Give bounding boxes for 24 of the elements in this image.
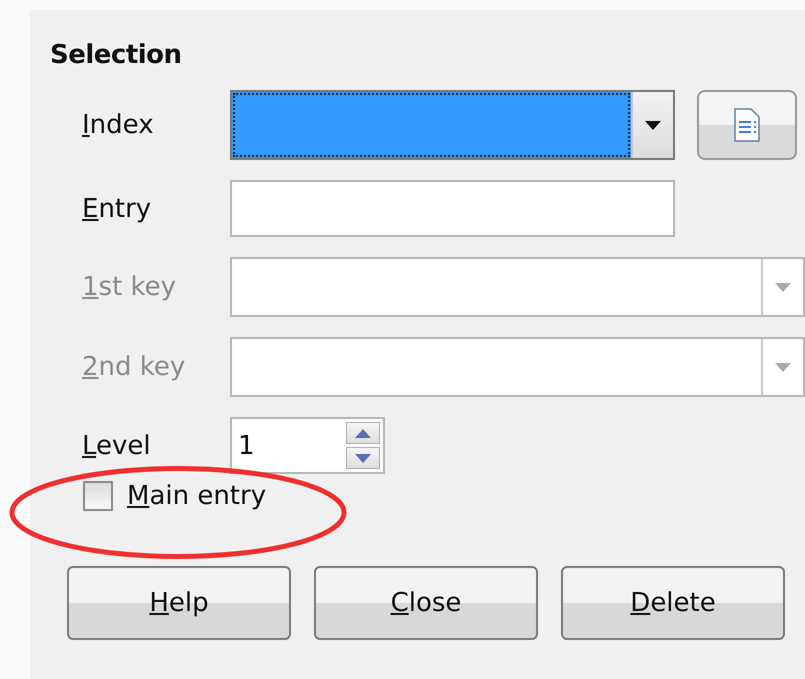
document-button[interactable] [697, 90, 797, 160]
field-label: 1st key [82, 272, 176, 302]
field-label: Entry [82, 194, 152, 224]
combo-box[interactable] [230, 90, 675, 160]
text-field[interactable] [230, 180, 675, 237]
field-label: Index [82, 110, 154, 140]
increment-button[interactable] [346, 422, 380, 444]
up-arrow-icon [355, 428, 371, 438]
decrement-button[interactable] [346, 447, 380, 469]
field-label: 2nd key [82, 352, 186, 382]
checkbox[interactable] [83, 481, 113, 511]
dialog-button[interactable]: Close [314, 566, 538, 640]
dropdown-arrow-icon [645, 120, 661, 130]
spin-field[interactable]: 1 [230, 417, 385, 474]
down-arrow-icon [355, 454, 371, 462]
dialog-button[interactable]: Delete [561, 566, 785, 640]
document-icon [734, 108, 760, 142]
dropdown-arrow-icon [775, 282, 791, 292]
dropdown-arrow-icon [775, 362, 791, 372]
section-title: Selection [50, 40, 183, 70]
dialog-button[interactable]: Help [67, 566, 291, 640]
checkbox-label: Main entry [127, 481, 266, 511]
spin-value: 1 [237, 430, 256, 462]
field-label: Level [82, 430, 151, 460]
